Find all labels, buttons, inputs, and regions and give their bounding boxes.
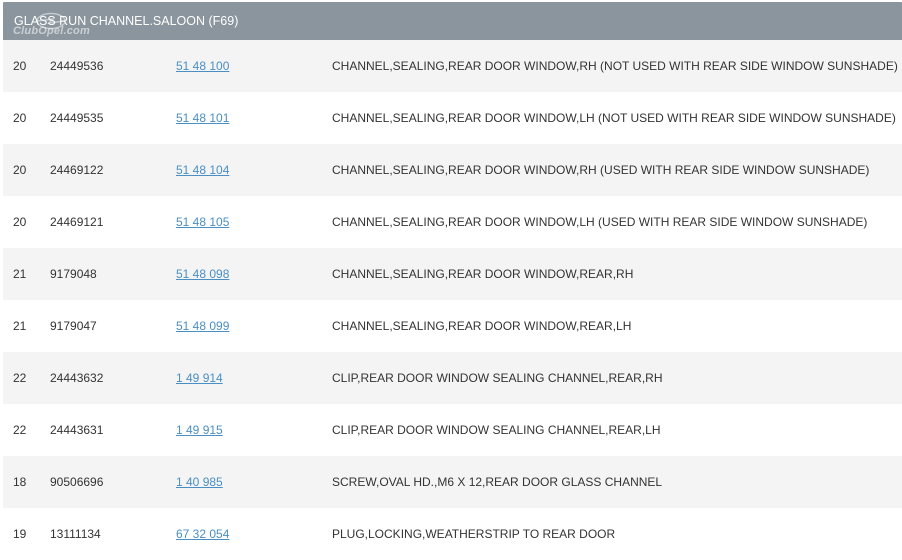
- table-row: 20 24449536 51 48 100 CHANNEL,SEALING,REAR …: [3, 40, 902, 92]
- ref-number: 22: [13, 371, 27, 385]
- ref-number: 21: [13, 267, 27, 281]
- part-description: CHANNEL,SEALING,REAR DOOR WINDOW,REAR,RH: [332, 267, 634, 281]
- part-description: CHANNEL,SEALING,REAR DOOR WINDOW,LH (NOT…: [332, 111, 896, 125]
- parts-table: GLASS RUN CHANNEL.SALOON (F69) ClubOpel.…: [3, 2, 902, 560]
- part-description: PLUG,LOCKING,WEATHERSTRIP TO REAR DOOR: [332, 527, 616, 541]
- part-number: 24449536: [50, 59, 104, 73]
- table-row: 22 24443631 1 49 915 CLIP,REAR DOOR WINDOW …: [3, 404, 902, 456]
- catalog-link[interactable]: 51 48 104: [176, 144, 229, 196]
- ref-number: 19: [13, 527, 27, 541]
- part-number: 90506696: [50, 475, 104, 489]
- catalog-link[interactable]: 51 48 101: [176, 92, 229, 144]
- ref-number: 22: [13, 423, 27, 437]
- part-number: 24469121: [50, 215, 104, 229]
- part-description: CHANNEL,SEALING,REAR DOOR WINDOW,RH (USE…: [332, 163, 870, 177]
- table-header: GLASS RUN CHANNEL.SALOON (F69) ClubOpel.…: [3, 2, 902, 40]
- ref-number: 20: [13, 163, 27, 177]
- part-number: 24469122: [50, 163, 104, 177]
- ref-number: 20: [13, 111, 27, 125]
- part-description: CHANNEL,SEALING,REAR DOOR WINDOW,LH (USE…: [332, 215, 868, 229]
- table-row: 20 24449535 51 48 101 CHANNEL,SEALING,REAR …: [3, 92, 902, 144]
- table-row: 21 9179047 51 48 099 CHANNEL,SEALING,REAR D…: [3, 300, 902, 352]
- part-number: 9179047: [50, 319, 97, 333]
- part-description: CHANNEL,SEALING,REAR DOOR WINDOW,RH (NOT…: [332, 59, 898, 73]
- catalog-link[interactable]: 51 48 099: [176, 300, 229, 352]
- catalog-link[interactable]: 67 32 054: [176, 508, 229, 560]
- part-description: CLIP,REAR DOOR WINDOW SEALING CHANNEL,RE…: [332, 423, 661, 437]
- table-row: 20 24469121 51 48 105 CHANNEL,SEALING,REAR …: [3, 196, 902, 248]
- part-number: 24443631: [50, 423, 104, 437]
- catalog-link[interactable]: 1 49 914: [176, 352, 223, 404]
- catalog-link[interactable]: 51 48 098: [176, 248, 229, 300]
- part-number: 24449535: [50, 111, 104, 125]
- part-description: SCREW,OVAL HD.,M6 X 12,REAR DOOR GLASS C…: [332, 475, 663, 489]
- watermark-text: ClubOpel.com: [13, 25, 90, 37]
- ref-number: 21: [13, 319, 27, 333]
- catalog-link[interactable]: 51 48 100: [176, 40, 229, 92]
- table-row: 20 24469122 51 48 104 CHANNEL,SEALING,REAR …: [3, 144, 902, 196]
- ref-number: 20: [13, 59, 27, 73]
- table-row: 22 24443632 1 49 914 CLIP,REAR DOOR WINDOW …: [3, 352, 902, 404]
- catalog-link[interactable]: 51 48 105: [176, 196, 229, 248]
- part-number: 24443632: [50, 371, 104, 385]
- catalog-link[interactable]: 1 40 985: [176, 456, 223, 508]
- part-description: CHANNEL,SEALING,REAR DOOR WINDOW,REAR,LH: [332, 319, 632, 333]
- table-row: 18 90506696 1 40 985 SCREW,OVAL HD.,M6 X 12…: [3, 456, 902, 508]
- ref-number: 20: [13, 215, 27, 229]
- ref-number: 18: [13, 475, 27, 489]
- table-row: 19 13111134 67 32 054 PLUG,LOCKING,WEATHERS…: [3, 508, 902, 560]
- catalog-link[interactable]: 1 49 915: [176, 404, 223, 456]
- table-row: 21 9179048 51 48 098 CHANNEL,SEALING,REAR D…: [3, 248, 902, 300]
- table-body: 20 24449536 51 48 100 CHANNEL,SEALING,REAR …: [3, 40, 902, 560]
- part-description: CLIP,REAR DOOR WINDOW SEALING CHANNEL,RE…: [332, 371, 663, 385]
- part-number: 9179048: [50, 267, 97, 281]
- part-number: 13111134: [50, 527, 101, 541]
